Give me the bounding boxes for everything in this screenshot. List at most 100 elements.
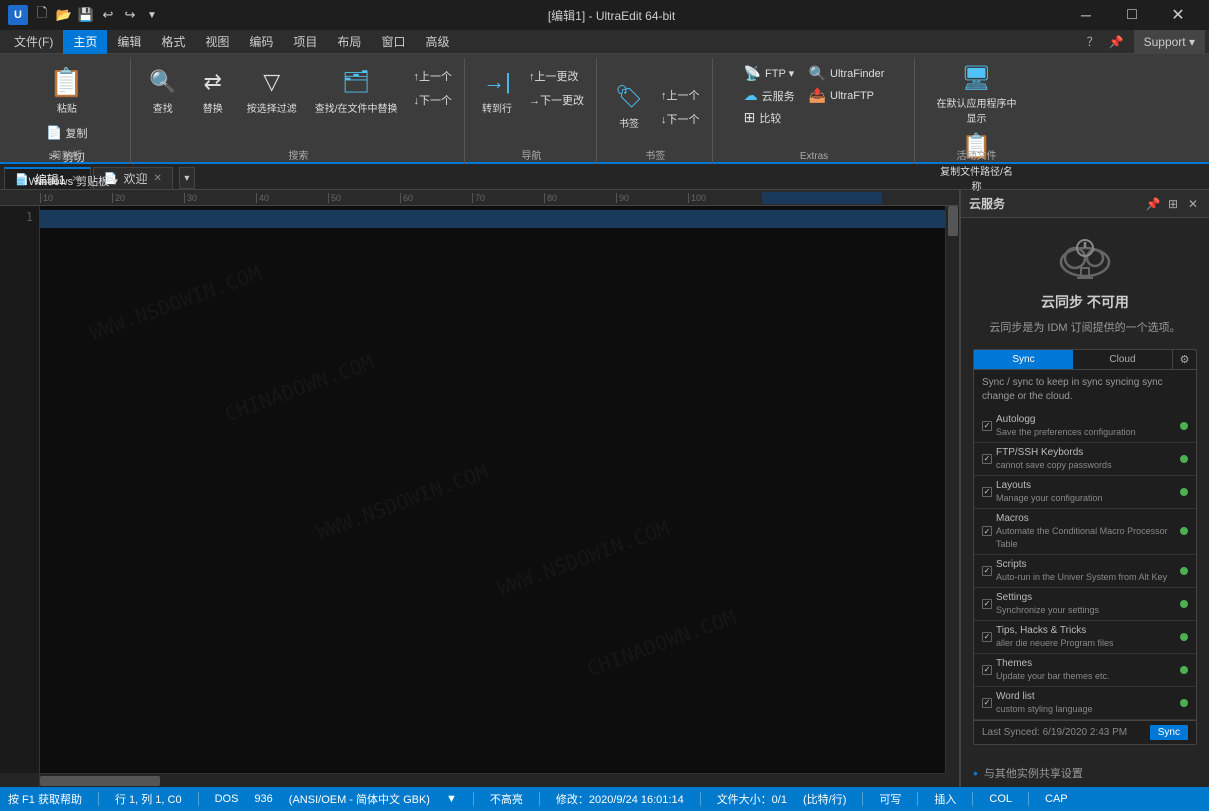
filter-button[interactable]: ▽ 按选择过滤 [241, 62, 303, 119]
cloud-mini-panel: Sync Cloud ⚙ Sync / sync to keep in sync… [973, 349, 1197, 745]
menu-support[interactable]: Support ▾ [1134, 30, 1205, 54]
horizontal-scrollbar[interactable] [40, 773, 945, 787]
next-change-button[interactable]: ↓下一个 [410, 90, 457, 110]
goto-button[interactable]: →| 转到行 [475, 62, 519, 119]
ruler-mark-40: 40 [256, 193, 328, 203]
ultrafinder-button[interactable]: 🔍 UltraFinder [806, 64, 888, 83]
ftp-button[interactable]: 📡 FTP ▾ [741, 64, 798, 83]
cloud-row-9: ✓ Word listcustom styling language [974, 687, 1196, 720]
sep-7 [917, 792, 918, 806]
menu-view[interactable]: 视图 [195, 30, 239, 54]
status-cap: CAP [1045, 793, 1068, 805]
panel-title: 云服务 [969, 195, 1005, 212]
status-bits: (比特/行) [803, 791, 846, 807]
check-6[interactable]: ✓ [982, 599, 992, 609]
copy-icon: 📄 [46, 125, 62, 141]
cloud-row-1: ✓ AutologgSave the preferences configura… [974, 410, 1196, 443]
ruler-mark-80: 80 [544, 193, 616, 203]
panel-close-icon[interactable]: ✕ [1185, 196, 1201, 212]
ultraftp-button[interactable]: 📤 UltraFTP [806, 86, 888, 105]
cloud-button[interactable]: ☁ 云服务 [741, 86, 798, 105]
check-2[interactable]: ✓ [982, 454, 992, 464]
menu-window[interactable]: 窗口 [371, 30, 415, 54]
check-8[interactable]: ✓ [982, 665, 992, 675]
dropdown-icon[interactable]: ▼ [144, 7, 160, 23]
dot-4 [1180, 527, 1188, 535]
cloud-tab-sync[interactable]: Sync [974, 350, 1073, 369]
sync-button[interactable]: Sync [1150, 725, 1188, 740]
panel-pin-icon[interactable]: 📌 [1145, 196, 1161, 212]
menu-file[interactable]: 文件(F) [4, 30, 63, 54]
content-area: 10 20 30 40 50 60 70 80 90 100 [0, 190, 1209, 787]
new-icon[interactable]: 🗋 [34, 7, 50, 23]
redo-icon[interactable]: ↪ [122, 7, 138, 23]
menubar: 文件(F) 主页 编辑 格式 视图 编码 项目 布局 窗口 高级 ？ 📌 Sup… [0, 30, 1209, 54]
menu-edit[interactable]: 编辑 [107, 30, 151, 54]
check-7[interactable]: ✓ [982, 632, 992, 642]
vertical-scrollbar[interactable] [945, 206, 959, 773]
row-label-2: FTP/SSH Keybordscannot save copy passwor… [992, 446, 1180, 472]
check-1[interactable]: ✓ [982, 421, 992, 431]
next-bookmark-button[interactable]: ↓下一个 [657, 109, 704, 129]
check-9[interactable]: ✓ [982, 698, 992, 708]
check-3[interactable]: ✓ [982, 487, 992, 497]
check-5[interactable]: ✓ [982, 566, 992, 576]
dot-3 [1180, 488, 1188, 496]
undo-icon[interactable]: ↩ [100, 7, 116, 23]
save-icon[interactable]: 💾 [78, 7, 94, 23]
menu-format[interactable]: 格式 [151, 30, 195, 54]
open-icon[interactable]: 📂 [56, 7, 72, 23]
copy-path-button[interactable]: 📋 复制文件路径/名称 [933, 130, 1021, 195]
compare-button[interactable]: ⊞ 比较 [741, 108, 798, 127]
horizontal-scrollbar-thumb[interactable] [40, 776, 160, 786]
editor-content[interactable]: WWW.NSDOWIN.COM WWW.NSDOWIN.COM CHINADOW… [40, 206, 945, 773]
cloud-tab-gear[interactable]: ⚙ [1172, 350, 1196, 369]
status-col: COL [989, 793, 1012, 805]
prev-bookmark-button[interactable]: ↑上一个 [657, 85, 704, 105]
maximize-button[interactable]: □ [1109, 0, 1155, 30]
next-bookmark-label: ↓下一个 [661, 111, 700, 127]
menu-advanced[interactable]: 高级 [415, 30, 459, 54]
tabs-bar: 📄 编辑1 ✕ 📄 欢迎 ✕ ▾ [0, 164, 1209, 190]
clipboard-button[interactable]: ▦ Windows 剪贴板 ▾ [12, 171, 122, 191]
window-controls: ─ □ ✕ [1063, 0, 1201, 30]
paste-button[interactable]: 📋 粘贴 [45, 62, 89, 119]
replace-button[interactable]: ⇄ 替换 [191, 62, 235, 119]
menu-encode[interactable]: 编码 [239, 30, 283, 54]
check-4[interactable]: ✓ [982, 526, 992, 536]
cloud-big-icon [1055, 234, 1115, 284]
menu-project[interactable]: 项目 [283, 30, 327, 54]
cloud-row-8: ✓ ThemesUpdate your bar themes etc. [974, 654, 1196, 687]
tabs-dropdown[interactable]: ▾ [179, 167, 195, 189]
editor-body[interactable]: 1 WWW.NSDOWIN.COM WWW.NSDOWIN.COM CHINAD… [0, 206, 945, 773]
menu-home[interactable]: 主页 [63, 30, 107, 54]
ruler-mark-90: 90 [616, 193, 688, 203]
cloud-row-4: ✓ MacrosAutomate the Conditional Macro P… [974, 509, 1196, 555]
minimize-button[interactable]: ─ [1063, 0, 1109, 30]
vertical-scrollbar-thumb[interactable] [948, 206, 958, 236]
encoding-dropdown[interactable]: ▼ [446, 793, 457, 805]
cloud-tab-cloud[interactable]: Cloud [1073, 350, 1172, 369]
close-button[interactable]: ✕ [1155, 0, 1201, 30]
titlebar: U 🗋 📂 💾 ↩ ↪ ▼ [编辑1] - UltraEdit 64-bit ─… [0, 0, 1209, 30]
findinfiles-button[interactable]: 🗂 查找/在文件中替换 [309, 62, 404, 119]
bookmark-label: 书签 [619, 115, 639, 130]
bookmark-button[interactable]: 🏷 书签 [607, 77, 651, 134]
prev-nav-button[interactable]: ↑上一更改 [525, 66, 588, 86]
next-nav-button[interactable]: →下一更改 [525, 90, 588, 110]
status-modified: 修改：2020/9/24 16:01:14 [556, 791, 684, 807]
tab-welcome-close[interactable]: ✕ [154, 173, 162, 184]
ribbon-clipboard-buttons: 📋 粘贴 📄 复制 ✂ 剪切 ▦ Windows 剪贴板 ▾ [12, 58, 122, 191]
ribbon-group-activefile: 🖥 在默认应用程序中显示 📋 复制文件路径/名称 活动文件 [917, 58, 1037, 164]
ribbon-content: 📋 粘贴 📄 复制 ✂ 剪切 ▦ Windows 剪贴板 ▾ [0, 54, 1209, 164]
cloud-mini-tabs: Sync Cloud ⚙ [974, 350, 1196, 370]
ultraftp-label: UltraFTP [830, 90, 874, 102]
find-button[interactable]: 🔍 查找 [141, 62, 185, 119]
menu-layout[interactable]: 布局 [327, 30, 371, 54]
replace-icon: ⇄ [197, 66, 229, 98]
panel-float-icon[interactable]: ⊞ [1165, 196, 1181, 212]
row-label-8: ThemesUpdate your bar themes etc. [992, 657, 1180, 683]
copy-button[interactable]: 📄 复制 [42, 123, 91, 143]
prev-change-button[interactable]: ↑上一个 [410, 66, 457, 86]
show-in-app-button[interactable]: 🖥 在默认应用程序中显示 [933, 62, 1021, 127]
